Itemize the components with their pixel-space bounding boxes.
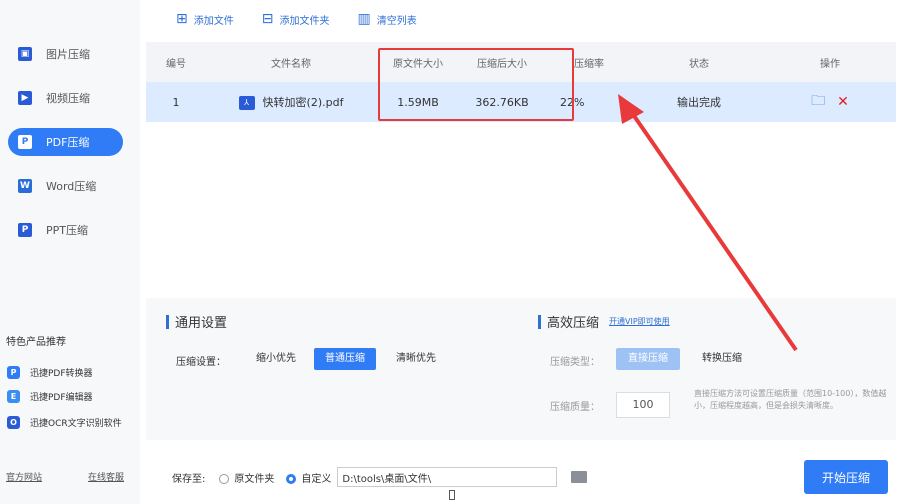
support-link[interactable]: 在线客服 <box>88 470 124 483</box>
toolbar: ⊞ 添加文件 ⊟ 添加文件夹 ▥ 清空列表 <box>176 8 417 30</box>
pdf-icon: P <box>18 135 32 149</box>
row-name-cell: ⅄ 快转加密(2).pdf <box>206 94 376 110</box>
header-status: 状态 <box>689 58 709 70</box>
option-clear-first[interactable]: 清晰优先 <box>386 348 446 370</box>
radio-original-label: 原文件夹 <box>234 473 275 485</box>
general-settings-title: 通用设置 <box>166 312 227 331</box>
efficient-compress-title: 高效压缩 开通VIP即可使用 <box>538 312 670 331</box>
sidebar-item-label: PDF压缩 <box>46 136 90 149</box>
add-folder-label: 添加文件夹 <box>279 15 330 27</box>
compress-setting-label: 压缩设置： <box>176 357 226 368</box>
ppt-icon: P <box>18 223 32 237</box>
clear-list-label: 清空列表 <box>376 15 417 27</box>
sidebar-item-word[interactable]: W Word压缩 <box>8 172 123 200</box>
efficient-title-text: 高效压缩 <box>547 316 600 331</box>
ocr-icon: O <box>7 416 20 429</box>
sidebar-footer: 官方网站 在线客服 <box>6 470 124 483</box>
quality-hint: 直接压缩方法可设置压缩质量（范围10-100），数值越小，压缩程度越高，但是会损… <box>694 389 887 410</box>
sidebar-item-label: 视频压缩 <box>46 92 90 105</box>
browse-folder-icon[interactable] <box>571 471 588 483</box>
title-bar <box>166 314 169 329</box>
open-folder-icon[interactable]: 🗀 <box>811 90 825 114</box>
add-file-icon: ⊞ <box>176 11 188 27</box>
add-file-button[interactable]: ⊞ 添加文件 <box>176 11 234 27</box>
annotation-highlight-box <box>378 48 574 121</box>
quality-input[interactable]: 100 <box>616 392 670 418</box>
settings-panel: 通用设置 压缩设置： 缩小优先 普通压缩 清晰优先 高效压缩 开通VIP即可使用… <box>146 298 896 440</box>
trash-icon: ▥ <box>357 11 371 27</box>
save-path-input[interactable] <box>337 467 558 487</box>
sidebar-item-image[interactable]: ▣ 图片压缩 <box>8 40 123 68</box>
promo-title: 特色产品推荐 <box>6 337 66 348</box>
radio-icon <box>219 473 230 484</box>
save-bar: 保存至: 原文件夹 自定义 <box>146 458 896 496</box>
radio-original-folder[interactable]: 原文件夹 <box>219 470 274 485</box>
sidebar-item-label: PPT压缩 <box>46 224 88 237</box>
radio-selected-icon <box>286 473 297 484</box>
video-icon: ▶ <box>18 91 32 105</box>
pdf-converter-icon: P <box>7 366 20 379</box>
sidebar-item-label: Word压缩 <box>46 180 97 193</box>
vip-link[interactable]: 开通VIP即可使用 <box>609 316 670 327</box>
delete-icon[interactable]: ✕ <box>837 94 849 110</box>
clear-list-button[interactable]: ▥ 清空列表 <box>357 11 416 27</box>
pdf-editor-icon: E <box>7 390 20 403</box>
promo-label: 迅捷PDF编辑器 <box>30 393 93 403</box>
title-bar <box>538 314 541 329</box>
header-name: 文件名称 <box>271 58 311 70</box>
sidebar-item-label: 图片压缩 <box>46 48 90 61</box>
row-name: 快转加密(2).pdf <box>262 96 344 109</box>
promo-label: 迅捷OCR文字识别软件 <box>30 419 122 429</box>
header-actions: 操作 <box>820 58 840 70</box>
pdf-file-icon: ⅄ <box>238 96 255 110</box>
compress-type-label: 压缩类型： <box>550 357 600 368</box>
sidebar: ▣ 图片压缩 ▶ 视频压缩 P PDF压缩 W Word压缩 P PPT压缩 特… <box>0 0 140 504</box>
sidebar-item-ppt[interactable]: P PPT压缩 <box>8 216 123 244</box>
radio-custom[interactable]: 自定义 <box>286 470 331 485</box>
add-file-label: 添加文件 <box>193 15 234 27</box>
type-direct[interactable]: 直接压缩 <box>616 348 680 370</box>
general-title-text: 通用设置 <box>175 316 228 331</box>
option-normal[interactable]: 普通压缩 <box>314 348 376 370</box>
promo-item-ocr[interactable]: O 迅捷OCR文字识别软件 <box>7 416 122 429</box>
promo-item-pdf-editor[interactable]: E 迅捷PDF编辑器 <box>7 390 93 403</box>
word-icon: W <box>18 179 32 193</box>
row-actions: 🗀 ✕ <box>764 90 896 114</box>
image-icon: ▣ <box>18 47 32 61</box>
promo-label: 迅捷PDF转换器 <box>30 369 93 379</box>
promo-item-pdf-converter[interactable]: P 迅捷PDF转换器 <box>7 366 93 379</box>
type-convert[interactable]: 转换压缩 <box>694 348 750 370</box>
app-window: ▣ 图片压缩 ▶ 视频压缩 P PDF压缩 W Word压缩 P PPT压缩 特… <box>0 0 897 504</box>
option-small-first[interactable]: 缩小优先 <box>246 348 306 370</box>
quality-label: 压缩质量： <box>550 402 600 413</box>
sidebar-item-video[interactable]: ▶ 视频压缩 <box>8 84 123 112</box>
radio-custom-label: 自定义 <box>301 473 332 485</box>
row-status: 输出完成 <box>677 96 721 109</box>
add-folder-icon: ⊟ <box>261 11 274 27</box>
add-folder-button[interactable]: ⊟ 添加文件夹 <box>262 11 330 27</box>
start-compress-button[interactable]: 开始压缩 <box>804 460 888 494</box>
text-cursor-icon <box>449 490 455 500</box>
header-index: 编号 <box>166 58 186 70</box>
sidebar-item-pdf[interactable]: P PDF压缩 <box>8 128 123 156</box>
website-link[interactable]: 官方网站 <box>6 470 42 483</box>
save-label: 保存至: <box>172 473 206 485</box>
row-index: 1 <box>172 95 180 109</box>
